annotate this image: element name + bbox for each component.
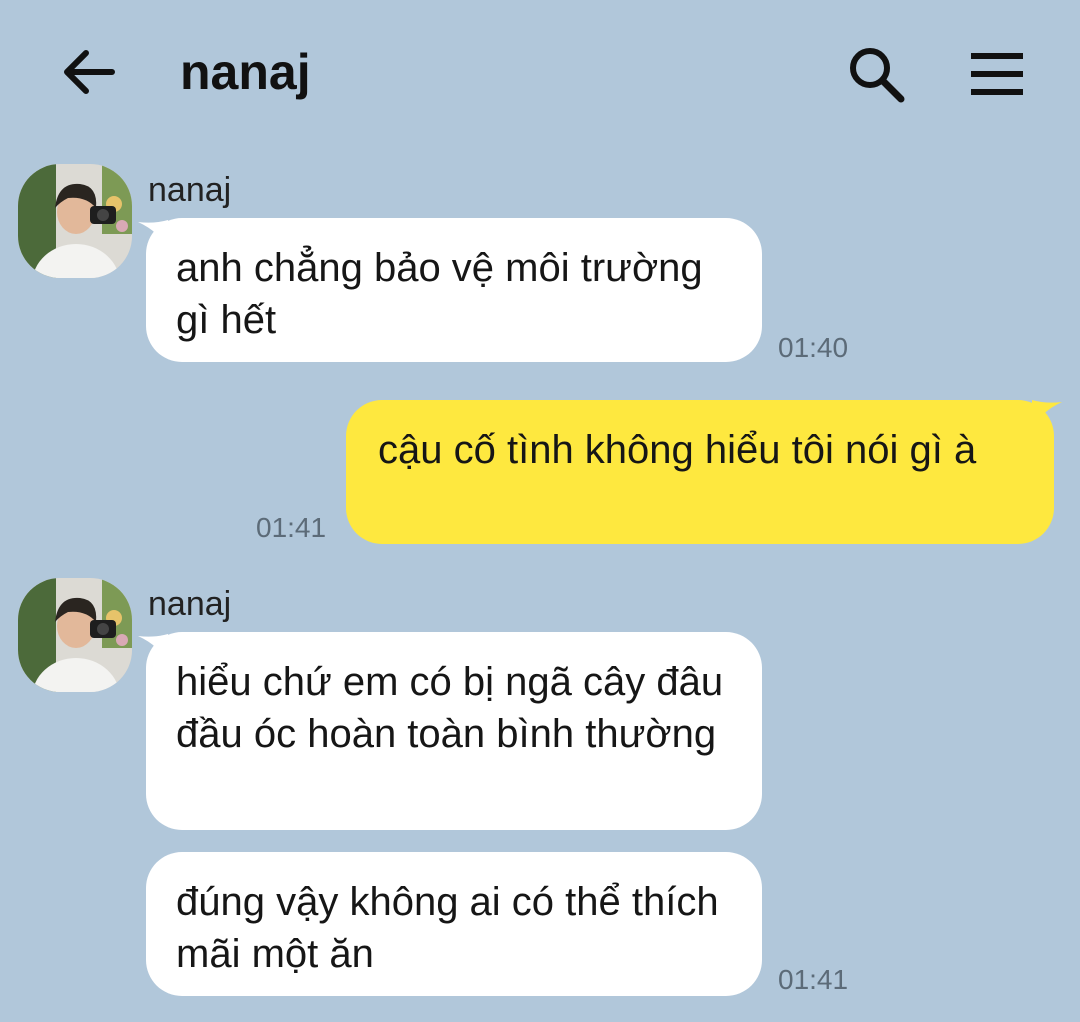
hamburger-menu-icon [971,53,1023,95]
chat-header: nanaj [0,0,1080,150]
back-button[interactable] [52,40,124,104]
sender-name: nanaj [148,585,232,623]
message-bubble[interactable]: hiểu chứ em có bị ngã cây đâu đầu óc hoà… [146,632,762,830]
sender-name: nanaj [148,171,232,209]
message-bubble[interactable]: anh chẳng bảo vệ môi trường gì hết [146,218,762,362]
chat-title: nanaj [180,44,311,100]
message-bubble[interactable]: đúng vậy không ai có thể thích mãi một ă… [146,852,762,996]
bubble-tail [1032,400,1062,430]
message-timestamp: 01:40 [778,332,849,363]
message-timestamp: 01:41 [256,512,327,543]
avatar[interactable] [18,164,132,278]
message-bubble[interactable]: cậu cố tình không hiểu tôi nói gì à [346,400,1054,544]
avatar[interactable] [18,578,132,692]
arrow-left-icon [64,50,115,94]
search-button[interactable] [838,38,914,110]
search-icon [850,48,905,103]
message-timestamp: 01:41 [778,964,849,995]
menu-button[interactable] [958,38,1036,110]
